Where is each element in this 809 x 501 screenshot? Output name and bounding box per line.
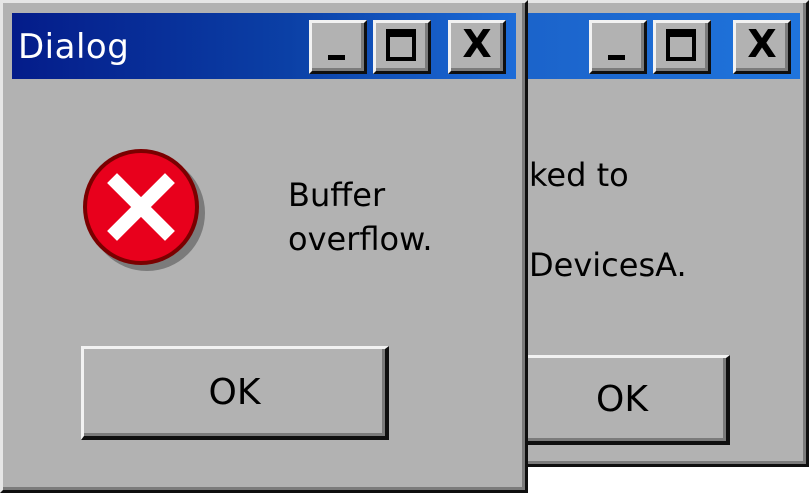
error-dialog: Dialog X Buffer overflow. OK [0, 0, 528, 493]
close-icon: X [747, 22, 777, 66]
minimize-icon [608, 55, 625, 60]
minimize-button[interactable] [309, 20, 367, 74]
background-message-line-1: ked to [529, 156, 629, 194]
background-close-button[interactable]: X [733, 20, 791, 74]
maximize-icon [666, 29, 696, 61]
background-maximize-button[interactable] [653, 20, 711, 74]
close-button[interactable]: X [448, 20, 506, 74]
message-line-2: overflow. [288, 220, 433, 258]
close-icon: X [462, 22, 492, 66]
error-icon [83, 149, 205, 271]
maximize-icon [386, 29, 416, 61]
background-ok-label: OK [596, 379, 648, 420]
minimize-icon [328, 55, 345, 60]
dialog-titlebar[interactable]: Dialog X [12, 13, 516, 79]
maximize-button[interactable] [373, 20, 431, 74]
ok-label: OK [208, 372, 261, 413]
background-minimize-button[interactable] [589, 20, 647, 74]
message-line-1: Buffer [288, 176, 386, 214]
background-ok-button[interactable]: OK [515, 355, 730, 445]
background-message-line-2: DevicesA. [529, 246, 687, 284]
ok-button[interactable]: OK [81, 346, 389, 440]
dialog-title: Dialog [18, 27, 130, 67]
